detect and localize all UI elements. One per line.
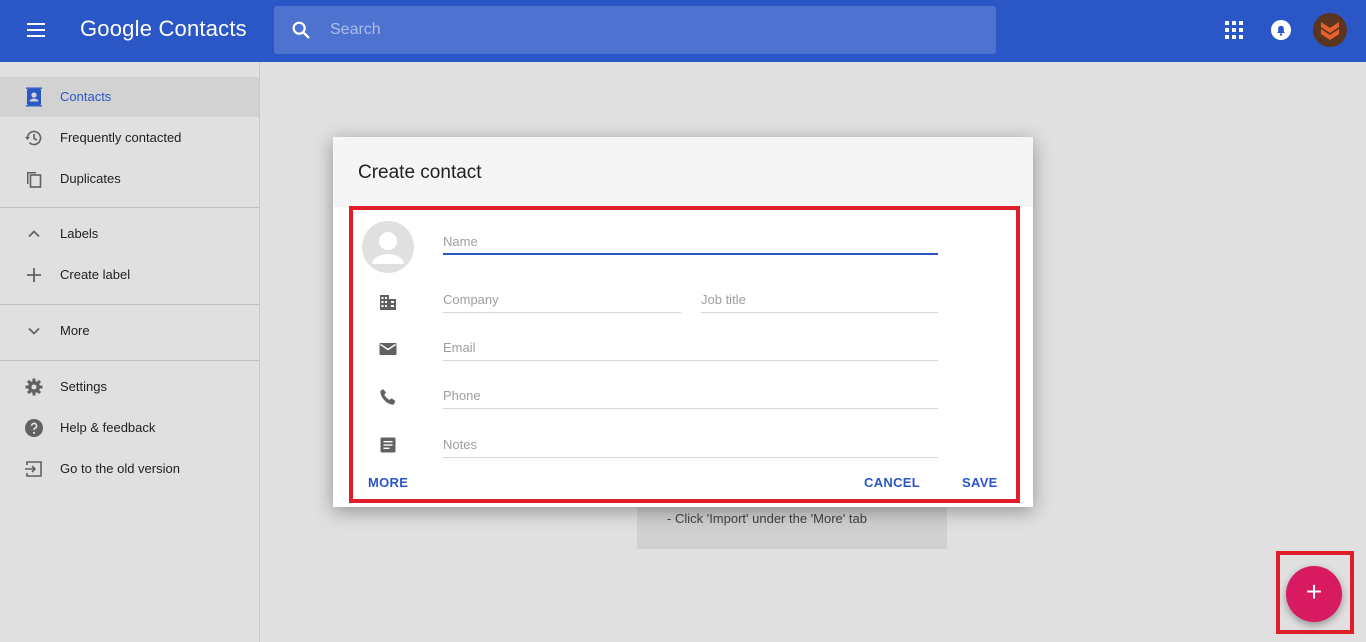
sidebar-item-more[interactable]: More <box>0 311 259 351</box>
history-icon <box>25 130 42 146</box>
company-icon <box>380 295 396 310</box>
sidebar-item-settings[interactable]: Settings <box>0 367 259 407</box>
sidebar-item-label: Labels <box>60 226 99 241</box>
email-icon <box>379 343 397 355</box>
import-hint-card: - Click 'Import' under the 'More' tab <box>637 505 947 549</box>
sidebar-item-label: Duplicates <box>60 171 121 186</box>
cancel-button[interactable]: CANCEL <box>864 475 920 490</box>
sidebar-divider <box>0 360 259 361</box>
sidebar-item-label: Help & feedback <box>60 420 156 435</box>
create-contact-dialog: Create contact MORE CANCEL SAVE <box>333 137 1033 507</box>
dialog-title: Create contact <box>358 162 482 183</box>
sidebar-divider <box>0 304 259 305</box>
duplicates-icon <box>27 172 42 188</box>
account-avatar[interactable] <box>1313 13 1347 47</box>
sidebar-item-labels[interactable]: Labels <box>0 214 259 254</box>
dialog-header: Create contact <box>333 137 1033 207</box>
create-contact-fab[interactable]: + <box>1286 566 1342 622</box>
phone-icon <box>380 389 396 405</box>
sidebar-item-help-feedback[interactable]: Help & feedback <box>0 408 259 448</box>
top-app-bar: Google Contacts <box>0 0 1366 62</box>
sidebar-item-label: Frequently contacted <box>60 130 182 145</box>
search-input[interactable] <box>330 6 970 54</box>
sidebar-item-contacts[interactable]: Contacts <box>0 77 259 117</box>
help-icon <box>25 419 43 437</box>
exit-icon <box>25 461 42 477</box>
notifications-icon[interactable] <box>1270 19 1292 41</box>
notes-icon <box>380 437 396 453</box>
phone-field[interactable] <box>443 383 938 409</box>
chevron-down-icon <box>28 327 40 335</box>
sidebar-item-label: Contacts <box>60 89 112 104</box>
sidebar-item-label: Settings <box>60 379 107 394</box>
more-button[interactable]: MORE <box>368 475 408 490</box>
chevron-up-icon <box>28 230 40 238</box>
notes-field[interactable] <box>443 432 938 458</box>
sidebar-item-frequently-contacted[interactable]: Frequently contacted <box>0 118 259 158</box>
contacts-icon <box>26 87 42 107</box>
apps-icon[interactable] <box>1224 20 1244 40</box>
search-icon[interactable] <box>290 19 312 41</box>
sidebar-item-label: Create label <box>60 267 131 282</box>
sidebar-item-duplicates[interactable]: Duplicates <box>0 159 259 199</box>
name-field[interactable] <box>443 229 938 255</box>
sidebar: Contacts Frequently contacted Duplicates… <box>0 62 260 642</box>
company-field[interactable] <box>443 287 681 313</box>
sidebar-item-old-version[interactable]: Go to the old version <box>0 449 259 489</box>
sidebar-item-label: More <box>60 323 90 338</box>
search-bar[interactable] <box>274 6 996 54</box>
import-hint-text: - Click 'Import' under the 'More' tab <box>667 511 867 526</box>
plus-icon: + <box>1305 576 1323 607</box>
sidebar-item-create-label[interactable]: Create label <box>0 255 259 295</box>
menu-icon[interactable] <box>24 19 48 43</box>
job-title-field[interactable] <box>701 287 938 313</box>
sidebar-item-label: Go to the old version <box>60 461 180 476</box>
app-title: Google Contacts <box>80 16 247 41</box>
gear-icon <box>25 378 43 396</box>
email-field[interactable] <box>443 335 938 361</box>
save-button[interactable]: SAVE <box>962 475 998 490</box>
sidebar-divider <box>0 207 259 208</box>
plus-icon <box>27 268 41 282</box>
contact-photo-placeholder[interactable] <box>362 221 414 273</box>
